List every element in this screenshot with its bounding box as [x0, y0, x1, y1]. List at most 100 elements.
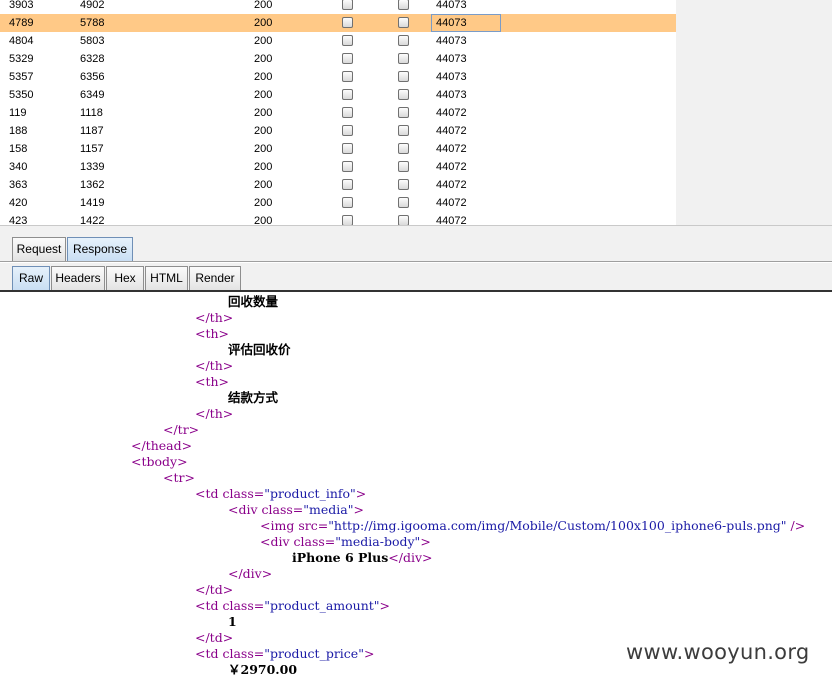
table-row[interactable]: 5329 6328 200 44073	[0, 50, 676, 68]
error-checkbox[interactable]	[342, 197, 353, 208]
request-number-cell: 4804	[9, 35, 34, 47]
payload-cell: 1157	[80, 143, 104, 155]
length-cell: 44073	[436, 53, 467, 65]
table-row[interactable]: 423 1422 200 44072	[0, 212, 676, 226]
payload-cell: 6328	[80, 53, 105, 65]
code-markup: <td	[195, 486, 223, 501]
error-checkbox[interactable]	[342, 161, 353, 172]
error-checkbox[interactable]	[342, 215, 353, 225]
table-row[interactable]: 4804 5803 200 44073	[0, 32, 676, 50]
code-line: </div>	[228, 566, 272, 582]
code-line: <div class="media">	[228, 502, 364, 518]
timeout-checkbox[interactable]	[398, 53, 409, 64]
code-markup: />	[786, 518, 806, 533]
payload-cell: 5788	[80, 17, 105, 29]
table-row[interactable]: 5357 6356 200 44073	[0, 68, 676, 86]
raw-response-body[interactable]: 回收数量 </th> <th> 评估回收价 </th> <th> 结款方式 </th> </tr…	[0, 293, 832, 682]
tab-headers[interactable]: Headers	[51, 266, 105, 290]
code-text: 结款方式	[228, 390, 279, 405]
code-text: iPhone 6 Plus	[292, 550, 389, 565]
code-line: </th>	[195, 358, 233, 374]
payload-cell: 1187	[80, 125, 104, 137]
message-tab-bar: Request Response	[0, 226, 832, 262]
code-line: </td>	[195, 582, 233, 598]
code-markup: <th>	[195, 374, 230, 389]
code-line: <td class="product_info">	[195, 486, 366, 502]
timeout-checkbox[interactable]	[398, 17, 409, 28]
request-number-cell: 363	[9, 179, 28, 191]
length-cell: 44072	[436, 179, 467, 191]
code-markup: </div>	[228, 566, 273, 581]
error-checkbox[interactable]	[342, 17, 353, 28]
intruder-results-window: 3903 4902 200 44073 4789 5788 200 44073 4804 5803…	[0, 0, 832, 682]
results-panel: 3903 4902 200 44073 4789 5788 200 44073 4804 5803…	[0, 0, 832, 226]
timeout-checkbox[interactable]	[398, 179, 409, 190]
error-checkbox[interactable]	[342, 35, 353, 46]
timeout-checkbox[interactable]	[398, 197, 409, 208]
table-row[interactable]: 340 1339 200 44072	[0, 158, 676, 176]
tab-render[interactable]: Render	[189, 266, 241, 290]
payload-cell: 1422	[80, 215, 105, 226]
error-checkbox[interactable]	[342, 89, 353, 100]
status-cell: 200	[254, 143, 273, 155]
timeout-checkbox[interactable]	[398, 0, 409, 10]
timeout-checkbox[interactable]	[398, 161, 409, 172]
length-cell: 44073	[436, 0, 467, 11]
code-text: 评估回收价	[228, 342, 291, 357]
code-text: 1	[228, 614, 237, 629]
table-row[interactable]: 3903 4902 200 44073	[0, 0, 676, 14]
timeout-checkbox[interactable]	[398, 125, 409, 136]
error-checkbox[interactable]	[342, 53, 353, 64]
code-markup: >	[379, 598, 391, 613]
timeout-checkbox[interactable]	[398, 215, 409, 225]
code-markup: <td	[195, 598, 223, 613]
table-row[interactable]: 363 1362 200 44072	[0, 176, 676, 194]
results-table[interactable]: 3903 4902 200 44073 4789 5788 200 44073 4804 5803…	[0, 0, 676, 226]
payload-cell: 6356	[80, 71, 105, 83]
error-checkbox[interactable]	[342, 107, 353, 118]
code-line: 1	[228, 614, 237, 630]
tab-hex[interactable]: Hex	[106, 266, 144, 290]
code-line: </td>	[195, 630, 233, 646]
code-markup: </th>	[195, 406, 234, 421]
status-cell: 200	[254, 17, 273, 29]
payload-cell: 4902	[80, 0, 105, 11]
error-checkbox[interactable]	[342, 0, 353, 10]
payload-cell: 1419	[80, 197, 105, 209]
timeout-checkbox[interactable]	[398, 89, 409, 100]
tab-html[interactable]: HTML	[145, 266, 188, 290]
code-line: <td class="product_amount">	[195, 598, 390, 614]
length-cell: 44072	[436, 107, 467, 119]
status-cell: 200	[254, 53, 273, 65]
table-row[interactable]: 5350 6349 200 44073	[0, 86, 676, 104]
table-row[interactable]: 119 1118 200 44072	[0, 104, 676, 122]
code-line: ￥2970.00	[228, 662, 297, 678]
timeout-checkbox[interactable]	[398, 107, 409, 118]
timeout-checkbox[interactable]	[398, 35, 409, 46]
table-row[interactable]: 420 1419 200 44072	[0, 194, 676, 212]
timeout-checkbox[interactable]	[398, 71, 409, 82]
code-markup: >	[355, 486, 367, 501]
tab-response[interactable]: Response	[67, 237, 133, 261]
focused-cell-outline	[431, 14, 501, 32]
code-text: 回收数量	[228, 294, 279, 309]
code-markup: <tbody>	[131, 454, 188, 469]
status-cell: 200	[254, 0, 273, 11]
code-markup: >	[363, 646, 375, 661]
error-checkbox[interactable]	[342, 125, 353, 136]
error-checkbox[interactable]	[342, 179, 353, 190]
timeout-checkbox[interactable]	[398, 143, 409, 154]
tab-request[interactable]: Request	[12, 237, 66, 261]
status-cell: 200	[254, 125, 273, 137]
table-row[interactable]: 158 1157 200 44072	[0, 140, 676, 158]
code-line: <th>	[195, 326, 229, 342]
error-checkbox[interactable]	[342, 143, 353, 154]
table-row[interactable]: 4789 5788 200 44073	[0, 14, 676, 32]
table-row[interactable]: 188 1187 200 44072	[0, 122, 676, 140]
status-cell: 200	[254, 179, 273, 191]
error-checkbox[interactable]	[342, 71, 353, 82]
request-number-cell: 340	[9, 161, 28, 173]
tab-raw[interactable]: Raw	[12, 266, 50, 290]
code-markup: "media"	[303, 502, 354, 517]
status-cell: 200	[254, 215, 273, 226]
